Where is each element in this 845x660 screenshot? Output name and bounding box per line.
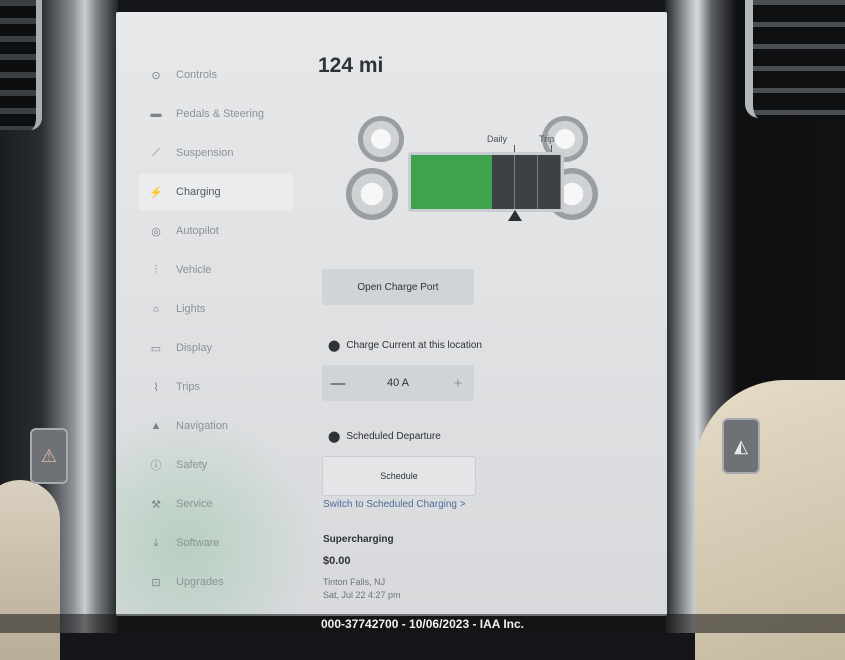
car-battery-graphic: Daily Trip: [346, 112, 598, 232]
charge-current-value: 40 A: [386, 377, 410, 389]
rear-left-tire: [358, 116, 404, 162]
sidebar-item-autopilot[interactable]: ◎ Autopilot: [138, 213, 293, 249]
battery-bar[interactable]: [408, 152, 564, 212]
trip-label: Trip: [539, 134, 555, 144]
supercharging-cost: $0.00: [323, 555, 351, 567]
sidebar-item-label: Charging: [176, 186, 221, 198]
glovebox-icon: ◭: [734, 435, 748, 456]
schedule-button[interactable]: Schedule: [322, 456, 476, 496]
rear-right-tire: [346, 168, 398, 220]
settings-sidebar: ⊙ Controls ▬ Pedals & Steering ⟋ Suspension ⚡ C…: [138, 57, 293, 603]
sidebar-item-label: Vehicle: [176, 264, 212, 276]
trips-icon: ⌇: [153, 381, 159, 394]
car-icon: ▬: [150, 108, 162, 120]
toggle-icon: ⊙: [151, 69, 161, 82]
sidebar-item-navigation[interactable]: ▲ Navigation: [138, 408, 293, 444]
scheduled-departure-heading: ⬤ Scheduled Departure: [328, 430, 441, 443]
download-icon: ⤓: [153, 536, 159, 549]
touchscreen: ⊙ Controls ▬ Pedals & Steering ⟋ Suspension ⚡ C…: [116, 12, 667, 616]
battery-remaining: [492, 155, 561, 209]
sidebar-item-label: Upgrades: [176, 576, 224, 588]
sidebar-item-label: Software: [176, 537, 220, 549]
hazard-icon: ⚠: [40, 445, 58, 466]
suspension-icon: ⟋: [152, 146, 160, 159]
wrench-icon: ⚒: [151, 498, 161, 511]
sidebar-item-label: Trips: [176, 381, 201, 393]
scheduled-departure-label: Scheduled Departure: [346, 431, 441, 442]
sidebar-item-label: Navigation: [176, 420, 228, 432]
sidebar-item-label: Suspension: [176, 147, 234, 159]
sidebar-item-pedals-steering[interactable]: ▬ Pedals & Steering: [138, 96, 293, 132]
sidebar-item-charging[interactable]: ⚡ Charging: [138, 174, 293, 210]
sidebar-item-display[interactable]: ▭ Display: [138, 330, 293, 366]
sliders-icon: ⫶: [154, 263, 158, 276]
glovebox-button[interactable]: ◭: [722, 418, 760, 474]
sidebar-item-label: Pedals & Steering: [176, 108, 265, 120]
sidebar-item-label: Autopilot: [176, 225, 219, 237]
range-display: 124 mi: [318, 54, 384, 77]
location-pin-icon: ⬤: [328, 431, 341, 443]
charge-limit-marker[interactable]: [508, 210, 522, 221]
open-charge-port-button[interactable]: Open Charge Port: [322, 269, 474, 305]
navigation-arrow-icon: ▲: [150, 420, 162, 432]
right-air-vent: [745, 0, 845, 118]
sidebar-item-label: Service: [176, 498, 213, 510]
sidebar-item-controls[interactable]: ⊙ Controls: [138, 57, 293, 93]
sun-icon: ☼: [150, 303, 162, 315]
sidebar-item-upgrades[interactable]: ⊡ Upgrades: [138, 564, 293, 600]
switch-to-scheduled-charging-link[interactable]: Switch to Scheduled Charging >: [323, 499, 466, 510]
supercharging-date: Sat, Jul 22 4:27 pm: [323, 590, 401, 600]
increase-current-button[interactable]: +: [442, 375, 474, 392]
sidebar-item-software[interactable]: ⤓ Software: [138, 525, 293, 561]
display-icon: ▭: [150, 342, 162, 355]
decrease-current-button[interactable]: —: [322, 375, 354, 392]
supercharging-title: Supercharging: [323, 534, 394, 545]
sidebar-item-label: Controls: [176, 69, 217, 81]
left-air-vent: [0, 0, 42, 130]
supercharging-location: Tinton Falls, NJ: [323, 577, 386, 587]
sidebar-item-label: Display: [176, 342, 213, 354]
bag-icon: ⊡: [151, 576, 161, 589]
charge-current-heading: ⬤ Charge Current at this location: [328, 339, 482, 352]
sidebar-item-lights[interactable]: ☼ Lights: [138, 291, 293, 327]
charge-current-stepper: — 40 A +: [322, 365, 474, 401]
steering-wheel-icon: ◎: [151, 225, 161, 238]
left-seat: [0, 480, 60, 660]
battery-charge-level: [411, 155, 492, 209]
bolt-icon: ⚡: [149, 186, 163, 199]
sidebar-item-label: Lights: [176, 303, 206, 315]
sidebar-item-label: Safety: [176, 459, 208, 471]
watermark: 000-37742700 - 10/06/2023 - IAA Inc.: [0, 614, 845, 633]
safety-icon: ⓘ: [150, 460, 162, 472]
sidebar-item-safety[interactable]: ⓘ Safety: [138, 447, 293, 483]
sidebar-item-service[interactable]: ⚒ Service: [138, 486, 293, 522]
location-pin-icon: ⬤: [328, 340, 341, 352]
sidebar-item-vehicle[interactable]: ⫶ Vehicle: [138, 252, 293, 288]
charge-current-label: Charge Current at this location: [346, 340, 482, 351]
sidebar-item-suspension[interactable]: ⟋ Suspension: [138, 135, 293, 171]
sidebar-item-trips[interactable]: ⌇ Trips: [138, 369, 293, 405]
daily-label: Daily: [487, 134, 508, 144]
hazard-button[interactable]: ⚠: [30, 428, 68, 484]
